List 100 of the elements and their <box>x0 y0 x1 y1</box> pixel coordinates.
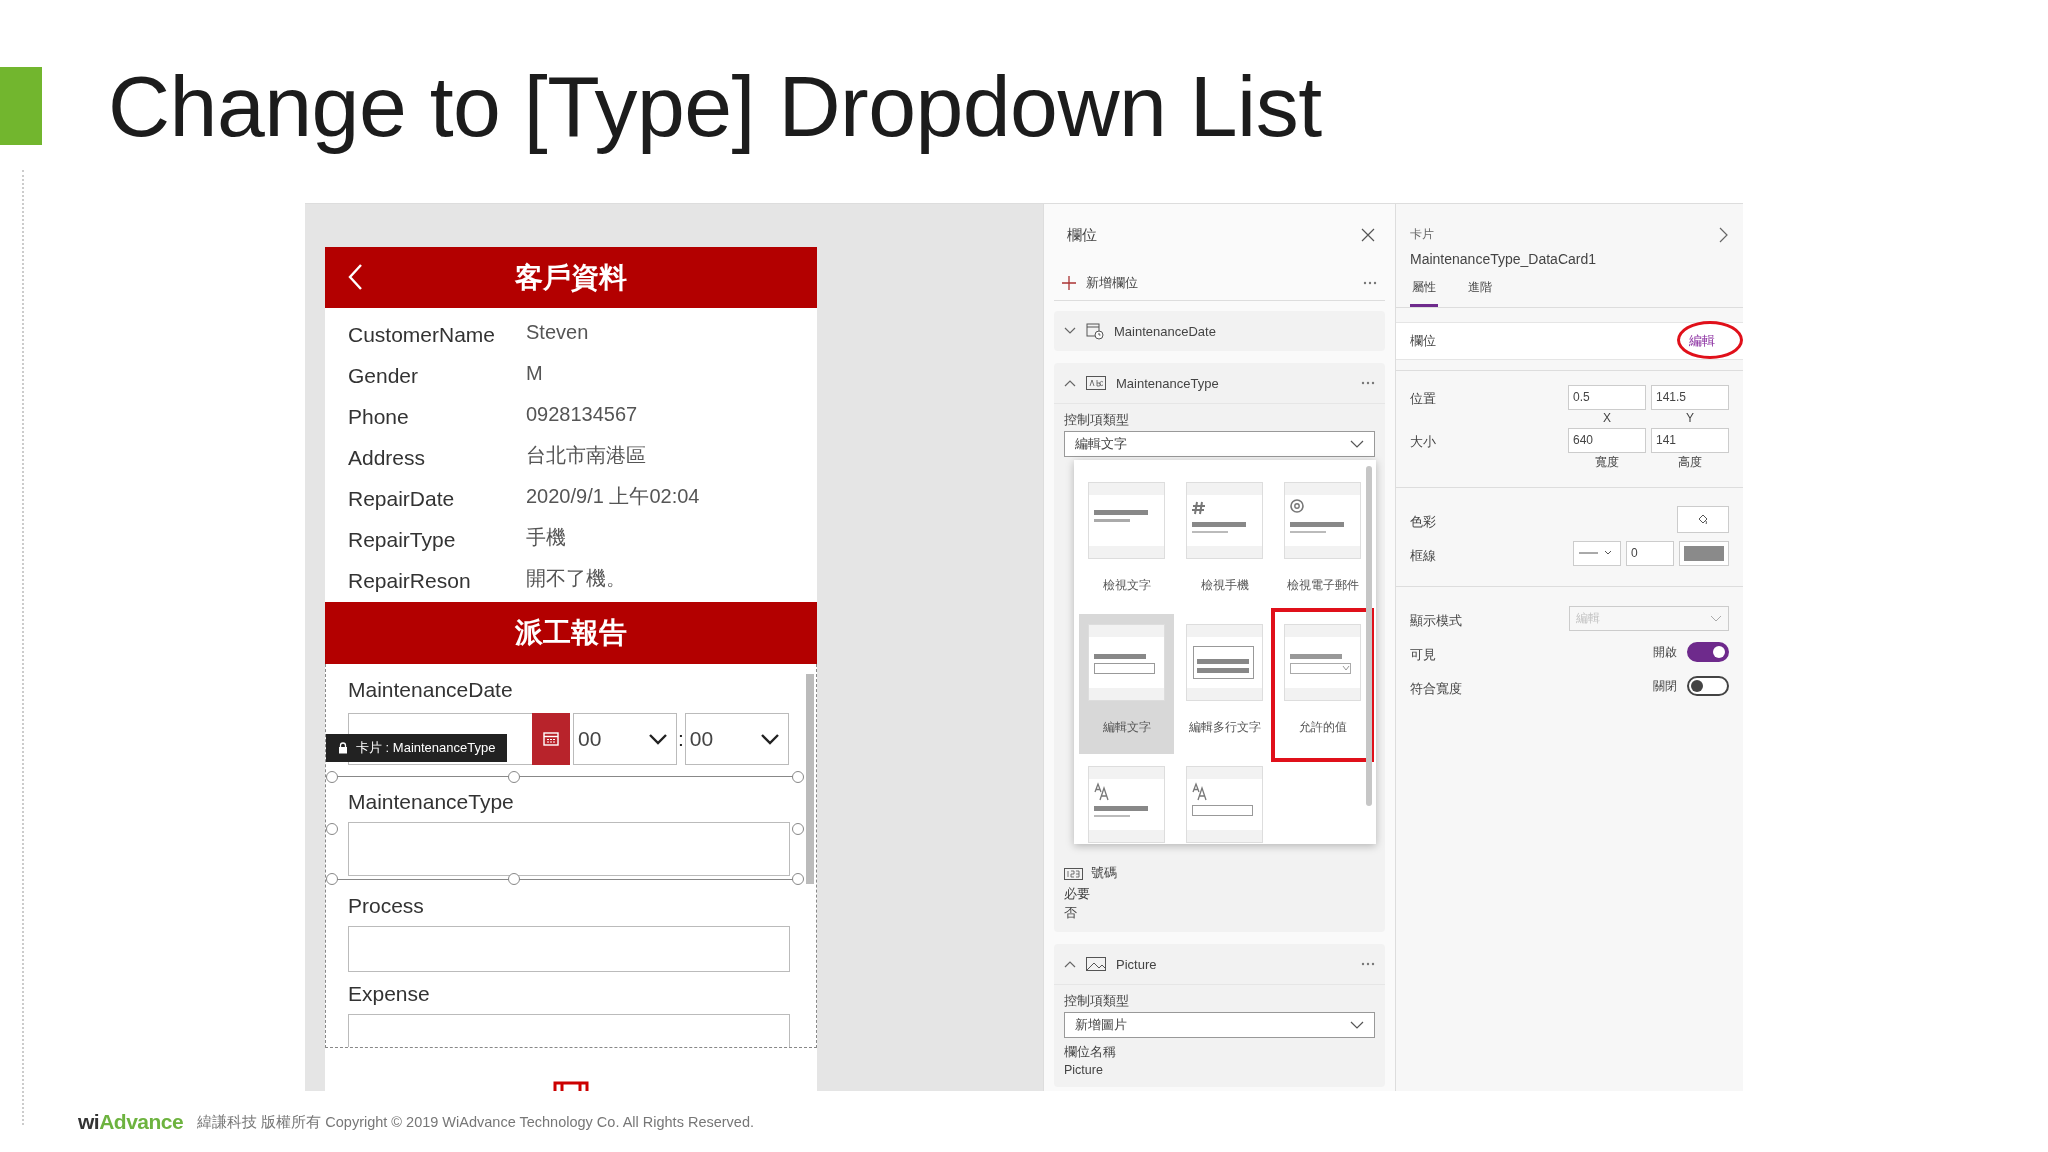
field-caption: 高度 <box>1678 454 1702 469</box>
add-field-button[interactable]: 新增欄位 <box>1062 274 1138 292</box>
property-label: 欄位 <box>1410 332 1436 350</box>
field-name: MaintenanceType <box>1116 375 1220 391</box>
tab[interactable]: 進階 <box>1466 279 1494 307</box>
chevron-down-icon <box>759 733 780 745</box>
card-name: MaintenanceType_DataCard1 <box>1410 251 1597 267</box>
field-caption: Y <box>1686 411 1694 426</box>
resize-handle[interactable] <box>792 823 804 835</box>
option-label: 編輯多行文字 <box>1188 719 1261 736</box>
chevron-right-icon[interactable] <box>1719 226 1729 243</box>
hour-dropdown[interactable]: 00 <box>573 713 677 765</box>
option-label: 編輯文字 <box>1102 719 1151 736</box>
control-type-label: 控制項類型 <box>1064 993 1130 1010</box>
text-field[interactable] <box>348 926 790 972</box>
field-header[interactable]: Picture <box>1054 944 1385 984</box>
y-field[interactable]: 141.5 <box>1651 385 1729 410</box>
time-separator: : <box>678 727 684 751</box>
control-preview-icon <box>1088 482 1165 559</box>
calendar-icon <box>543 732 559 746</box>
control-preview-icon <box>1284 482 1361 559</box>
toggle-switch[interactable] <box>1687 642 1729 662</box>
property-label: 位置 <box>1410 391 1436 408</box>
option-label: 檢視手機 <box>1200 577 1249 594</box>
control-type-dropdown[interactable]: 編輯文字 <box>1064 431 1375 457</box>
lock-icon <box>338 742 348 754</box>
width-field[interactable]: 640 <box>1568 428 1646 453</box>
field-header[interactable]: MaintenanceType <box>1054 363 1385 403</box>
resize-handle[interactable] <box>326 771 338 783</box>
control-type-dropdown[interactable]: 新增圖片 <box>1064 1012 1375 1038</box>
tab[interactable]: 屬性 <box>1410 279 1438 307</box>
calendar-clock-icon <box>1086 322 1104 340</box>
property-label: 框線 <box>1410 547 1436 565</box>
text-field-icon <box>1086 376 1106 390</box>
more-icon[interactable] <box>1363 281 1377 285</box>
header-title: 客戶資料 <box>515 260 627 295</box>
section-label: 卡片 <box>1410 226 1434 243</box>
x-field[interactable]: 0.5 <box>1568 385 1646 410</box>
close-icon[interactable] <box>1361 228 1375 242</box>
property-label: 符合寬度 <box>1410 680 1462 698</box>
control-option[interactable]: 允許的值 <box>1275 614 1370 754</box>
chevron-down-icon <box>1350 440 1364 448</box>
field-label: RepairDate <box>348 486 456 511</box>
data-card[interactable]: Expense <box>326 968 804 1047</box>
chevron-down-icon <box>648 733 668 745</box>
field-value: 0928134567 <box>526 403 638 426</box>
option-label: 檢視文字 <box>1102 577 1151 594</box>
paint-bucket-icon <box>1697 513 1709 525</box>
resize-handle[interactable] <box>508 873 520 885</box>
color-button[interactable] <box>1677 505 1729 533</box>
field-label: Expense <box>347 981 431 1007</box>
scrollbar[interactable] <box>1366 466 1372 806</box>
toggle-switch[interactable] <box>1687 676 1729 696</box>
border-width-field[interactable]: 0 <box>1626 540 1674 566</box>
field-caption: 寬度 <box>1595 454 1619 469</box>
minute-dropdown[interactable]: 00 <box>684 713 789 765</box>
resize-handle[interactable] <box>792 873 804 885</box>
border-color-button[interactable] <box>1679 540 1729 566</box>
resize-handle[interactable] <box>508 771 520 783</box>
field-value: 開不了機。 <box>526 566 626 591</box>
control-option[interactable]: 編輯文字 <box>1079 614 1174 754</box>
calendar-button[interactable] <box>532 713 570 765</box>
plus-icon <box>1062 276 1076 290</box>
control-preview-icon <box>1186 624 1263 701</box>
control-option[interactable]: 檢視電子郵件 <box>1275 472 1370 612</box>
field-name: Picture <box>1116 956 1158 972</box>
resize-handle[interactable] <box>326 823 338 835</box>
height-field[interactable]: 141 <box>1651 428 1729 453</box>
text-field[interactable] <box>348 1014 790 1047</box>
field-header[interactable]: MaintenanceDate <box>1054 311 1385 351</box>
field-label: MaintenanceDate <box>347 677 514 703</box>
field-label: Address <box>348 445 427 470</box>
property-label: 大小 <box>1410 434 1436 451</box>
option-label: 允許的值 <box>1298 719 1347 736</box>
toggle-state: 關閉 <box>1653 677 1677 695</box>
text-field[interactable] <box>348 822 790 876</box>
chevron-up-icon <box>1064 960 1076 968</box>
chevron-up-icon <box>1064 379 1076 387</box>
field-label: Phone <box>348 404 410 429</box>
control-preview-icon <box>1186 482 1263 559</box>
required-value: 否 <box>1064 905 1078 922</box>
field-value: M <box>526 362 543 385</box>
back-icon[interactable] <box>347 263 363 291</box>
control-preview-icon <box>1088 624 1165 701</box>
more-icon[interactable] <box>1361 381 1375 385</box>
edit-link[interactable]: 編輯 <box>1675 332 1729 350</box>
control-option[interactable]: 檢視手機 <box>1177 472 1272 612</box>
resize-handle[interactable] <box>326 873 338 885</box>
control-option[interactable]: 檢視文字 <box>1079 472 1174 612</box>
border-style-dropdown[interactable] <box>1573 540 1621 566</box>
field-value: Steven <box>526 321 589 344</box>
data-type-value: 號碼 <box>1091 865 1117 882</box>
field-label: CustomerName <box>348 322 497 347</box>
chevron-down-icon <box>1064 327 1076 335</box>
resize-handle[interactable] <box>792 771 804 783</box>
field-name-value: Picture <box>1064 1063 1104 1077</box>
more-icon[interactable] <box>1361 962 1375 966</box>
control-option[interactable]: 編輯多行文字 <box>1177 614 1272 754</box>
data-card[interactable]: MaintenanceType <box>326 771 804 885</box>
field-caption: X <box>1603 411 1611 426</box>
